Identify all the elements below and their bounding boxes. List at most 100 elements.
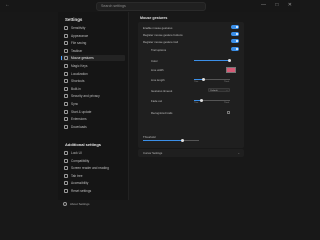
additional-settings-heading: Additional settings [65,142,101,147]
shield-icon [64,94,68,99]
sidebar-item[interactable]: File saving [61,40,125,46]
color-slider[interactable] [194,58,232,63]
keyboard-icon [64,64,68,68]
chevron-down-icon: ⌄ [237,150,240,155]
taskbar-icon [64,48,68,53]
sidebar: Settings Sensitivity Appearance File savin… [58,12,129,206]
mouse-icon [64,56,68,61]
timeout-value: Default [210,90,218,92]
window-controls[interactable]: — □ ✕ [261,2,296,8]
sidebar-item[interactable]: Extensions [61,116,125,122]
sidebar-item-label: Downloads [71,124,87,129]
compat-icon [64,158,68,163]
sidebar-footer[interactable]: About Settings [63,202,90,206]
trail-options-toggle[interactable] [231,47,239,51]
sidebar-item-label: Tab tree [71,173,83,178]
sidebar-item-label: Localization [71,71,88,76]
reset-icon [64,189,68,193]
sidebar-item[interactable]: Tab tree [61,173,125,179]
title-bar: ← Search settings — □ ✕ [0,0,300,12]
reader-icon [64,166,68,171]
search-placeholder: Search settings [101,4,126,8]
trail-color-swatch[interactable] [226,67,236,73]
sidebar-item[interactable]: Accessibility [61,180,125,186]
footer-label: About Settings [70,202,90,206]
recognized-trails-checkbox[interactable] [227,111,230,114]
enable-gestures-label: Enable mouse gestures [143,26,173,30]
sidebar-item[interactable]: Magic Keys [61,63,125,69]
fade-out-slider[interactable] [194,98,230,103]
extension-icon [64,117,68,122]
sidebar-item[interactable]: Sync [61,101,125,107]
fade-out-label: Fade out [151,99,163,103]
gear-icon [63,202,67,206]
sidebar-heading: Settings [65,17,83,22]
threshold-label: Threshold [143,135,156,139]
globe-icon [64,71,68,76]
line-length-label: Line length [151,78,165,82]
sidebar-item-label: Appearance [71,33,89,38]
sidebar-item[interactable]: Compatibility [61,158,125,164]
sidebar-item[interactable]: Localization [61,71,125,77]
sidebar-item-label: Security and privacy [71,94,100,99]
brush-icon [64,33,68,38]
sidebar-item[interactable]: Appearance [61,33,125,39]
sidebar-item[interactable]: Start & update [61,109,125,115]
sidebar-item-label: Lock UI [71,151,82,155]
sidebar-item-label: Accessibility [71,181,89,186]
sidebar-item[interactable]: Reset settings [61,188,125,194]
sync-icon [64,102,68,106]
page-title: Mouse gestures [140,16,168,20]
sidebar-item[interactable]: Security and privacy [61,93,125,99]
enable-gestures-toggle[interactable] [231,25,239,29]
gesture-buttons-toggle[interactable] [231,32,239,36]
sidebar-item-label: Screen reader and reading [71,166,109,171]
sidebar-item-label: Extensions [71,117,87,122]
shortcut-icon [64,79,68,84]
sensitivity-icon [64,26,68,30]
color-label: Color [151,59,158,63]
trail-options-label: Trail options [151,48,167,52]
sidebar-item-label: Start & update [71,109,92,114]
sidebar-item[interactable]: Downloads [61,124,125,130]
sidebar-item-label: File saving [71,41,87,46]
gestures-timeout-label: Gestures timeout [151,89,173,93]
back-arrow-icon[interactable]: ← [5,2,10,8]
puzzle-icon [64,86,68,91]
sidebar-item[interactable]: Lock UI [61,150,125,156]
cursor-settings-label: Cursor Settings [143,151,163,155]
fade-out-max: Thick [224,102,230,104]
line-length-slider[interactable] [194,77,230,82]
sidebar-item[interactable]: Sensitivity [61,25,125,31]
sidebar-item[interactable]: Mouse gestures [61,55,125,62]
gesture-trail-label: Register mouse gesture trail [143,40,178,44]
sidebar-item[interactable]: Shortcuts [61,78,125,84]
power-icon [64,109,68,114]
sidebar-item-label: Sensitivity [71,26,86,30]
sidebar-item[interactable]: Taskbar [61,48,125,54]
save-icon [64,41,68,46]
search-input[interactable]: Search settings [96,2,206,11]
download-icon [64,124,68,129]
sidebar-item-label: Sync [71,102,79,106]
line-length-min: Thin [194,81,199,83]
lock-icon [64,151,68,155]
tree-icon [64,173,68,178]
chevron-down-icon: ⌄ [225,89,228,92]
sidebar-item[interactable]: Screen reader and reading [61,165,125,171]
sidebar-item[interactable]: Built-in [61,86,125,92]
sidebar-item-label: Magic Keys [71,64,88,68]
gesture-buttons-label: Register mouse gesture buttons [143,33,183,37]
recognized-trails-label: Recognized trails [151,111,173,115]
timeout-dropdown[interactable]: Default ⌄ [208,88,230,92]
cursor-settings-section[interactable]: Cursor Settings ⌄ [138,149,244,157]
access-icon [64,181,68,186]
sidebar-item-label: Taskbar [71,48,83,53]
line-width-label: Line width [151,68,164,72]
settings-panel: Enable mouse gestures Register mouse ges… [138,22,244,148]
sidebar-item-label: Compatibility [71,158,90,163]
sidebar-item-label: Mouse gestures [71,56,94,61]
sidebar-item-label: Built-in [71,86,81,91]
gesture-trail-toggle[interactable] [231,39,239,43]
threshold-slider[interactable] [143,138,199,143]
